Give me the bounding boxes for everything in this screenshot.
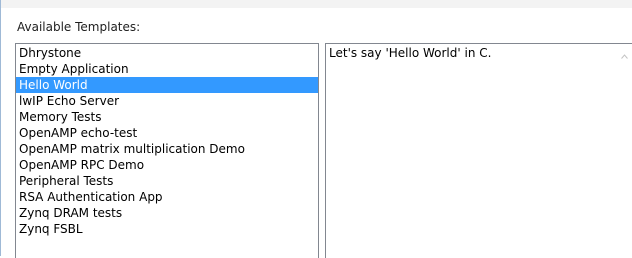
template-item[interactable]: Dhrystone (16, 45, 318, 61)
header-strip (1, 0, 632, 8)
template-description-text: Let's say 'Hello World' in C. (329, 46, 492, 60)
chevron-up-icon[interactable] (621, 54, 628, 59)
template-item[interactable]: OpenAMP echo-test (16, 125, 318, 141)
available-templates-label: Available Templates: (17, 20, 141, 34)
template-item[interactable]: Peripheral Tests (16, 173, 318, 189)
template-item[interactable]: RSA Authentication App (16, 189, 318, 205)
description-scrollbar[interactable] (616, 44, 632, 258)
template-item[interactable]: Zynq FSBL (16, 221, 318, 237)
template-list-items: Dhrystone Empty Application Hello World lwI… (16, 44, 318, 237)
template-item[interactable]: OpenAMP matrix multiplication Demo (16, 141, 318, 157)
template-item[interactable]: Zynq DRAM tests (16, 205, 318, 221)
template-description-box[interactable]: Let's say 'Hello World' in C. (325, 43, 632, 258)
template-list[interactable]: Dhrystone Empty Application Hello World lwI… (15, 43, 319, 258)
template-item[interactable]: lwIP Echo Server (16, 93, 318, 109)
template-item[interactable]: Memory Tests (16, 109, 318, 125)
template-item[interactable]: Empty Application (16, 61, 318, 77)
template-item[interactable]: OpenAMP RPC Demo (16, 157, 318, 173)
window-edge (0, 0, 1, 256)
template-item[interactable]: Hello World (16, 77, 318, 93)
